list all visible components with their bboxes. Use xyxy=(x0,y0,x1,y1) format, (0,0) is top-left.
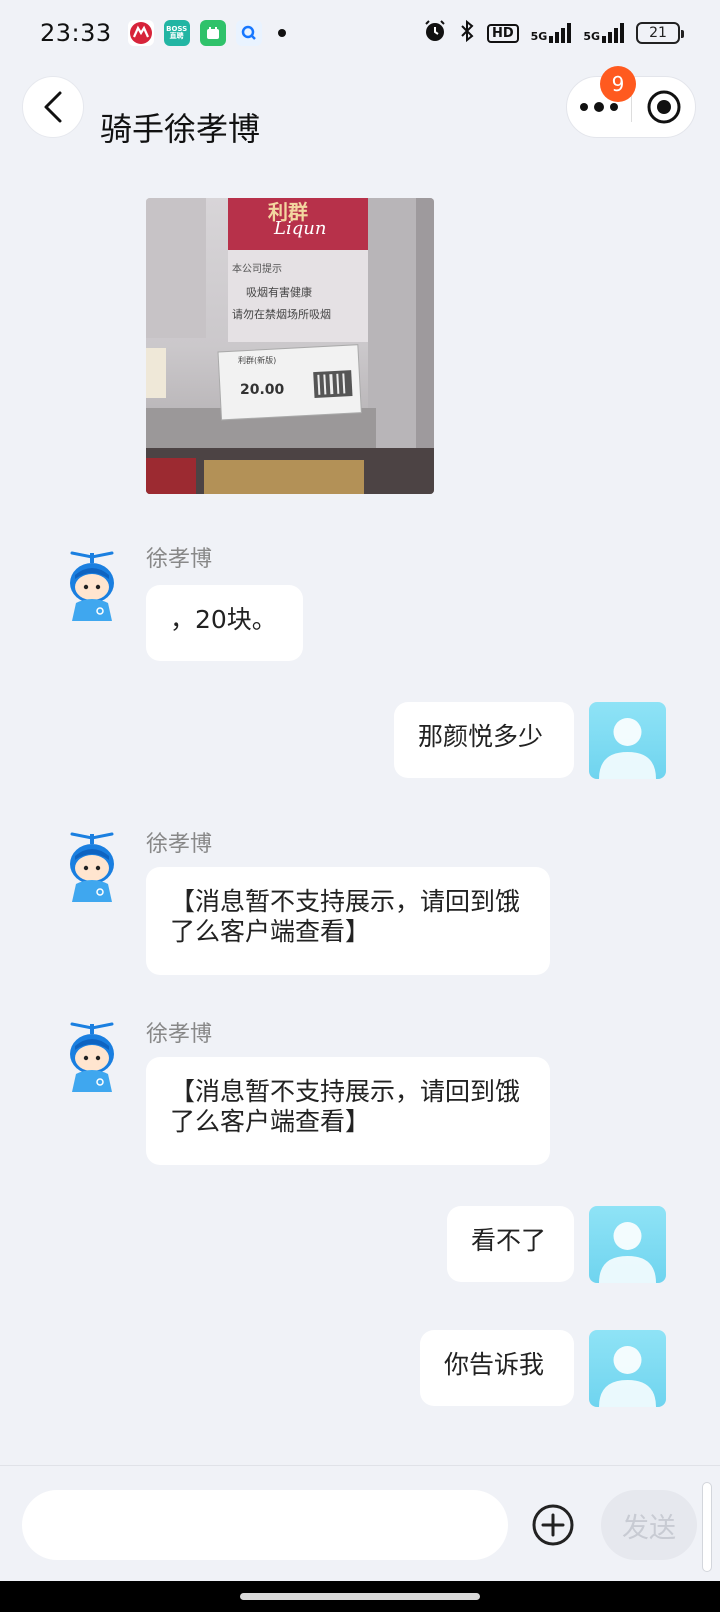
message-input-bar: 发送 xyxy=(0,1465,720,1581)
hd-icon: HD xyxy=(486,23,519,43)
add-attachment-button[interactable] xyxy=(531,1503,575,1547)
chevron-left-icon xyxy=(44,91,62,123)
scrollbar-handle[interactable] xyxy=(702,1482,712,1572)
green-shop-icon xyxy=(199,20,226,46)
back-button[interactable] xyxy=(22,76,84,138)
message-input[interactable] xyxy=(22,1490,508,1560)
sender-name: 徐孝博 xyxy=(146,1022,213,1047)
status-indicators: HD 5G 5G 21 xyxy=(423,19,684,47)
status-bar: 23:33 BOSS 直聘 HD 5G 5G 21 xyxy=(0,0,720,66)
user-avatar[interactable] xyxy=(589,702,666,779)
send-button[interactable]: 发送 xyxy=(601,1490,697,1560)
user-avatar-icon xyxy=(599,1222,656,1283)
sender-name: 徐孝博 xyxy=(146,832,213,857)
alarm-icon xyxy=(423,19,447,47)
photo-notice-line1: 本公司提示 xyxy=(232,264,282,275)
rider-avatar-icon xyxy=(70,1022,114,1092)
chat-photo-message[interactable]: 利群 Liqun 本公司提示 吸烟有害健康 请勿在禁烟场所吸烟 利群(新版) 2… xyxy=(146,198,434,494)
home-indicator[interactable] xyxy=(240,1593,480,1600)
notification-badge: 9 xyxy=(600,66,636,102)
chat-bubble-outgoing[interactable]: 你告诉我 xyxy=(420,1330,574,1406)
photo-price-tag-price: 20.00 xyxy=(240,382,285,398)
more-options-button[interactable] xyxy=(567,102,631,112)
chat-bubble-incoming[interactable]: ，20块。 xyxy=(146,585,303,661)
cigarette-shelf-photo xyxy=(146,198,434,494)
close-mini-program-button[interactable] xyxy=(632,89,695,125)
target-icon xyxy=(647,90,680,124)
photo-brand-en: Liqun xyxy=(274,218,327,239)
chat-bubble-incoming[interactable]: 【消息暂不支持展示，请回到饿了么客户端查看】 xyxy=(146,867,550,975)
boss-zhipin-icon: BOSS 直聘 xyxy=(163,20,190,46)
chat-bubble-outgoing[interactable]: 那颜悦多少 xyxy=(394,702,574,778)
more-dot xyxy=(594,102,604,112)
plus-circle-icon xyxy=(532,1504,574,1546)
photo-price-tag-name: 利群(新版) xyxy=(238,356,277,365)
page-title: 骑手徐孝博 xyxy=(100,110,261,148)
sender-name: 徐孝博 xyxy=(146,547,213,572)
user-avatar[interactable] xyxy=(589,1330,666,1407)
rider-avatar[interactable] xyxy=(54,1016,130,1092)
status-app-icons: BOSS 直聘 xyxy=(127,20,286,46)
signal-icon: 5G xyxy=(531,23,572,43)
rider-avatar[interactable] xyxy=(54,545,130,621)
status-time: 23:33 xyxy=(40,19,112,47)
battery-icon: 21 xyxy=(636,22,684,44)
chat-bubble-outgoing[interactable]: 看不了 xyxy=(447,1206,574,1282)
signal-icon-2: 5G xyxy=(583,23,624,43)
unionpay-icon xyxy=(127,20,154,46)
search-app-icon xyxy=(235,20,262,46)
user-avatar-icon xyxy=(599,718,656,779)
rider-avatar-icon xyxy=(70,832,114,902)
photo-notice-line3: 请勿在禁烟场所吸烟 xyxy=(232,308,331,321)
chat-bubble-incoming[interactable]: 【消息暂不支持展示，请回到饿了么客户端查看】 xyxy=(146,1057,550,1165)
photo-notice-line2: 吸烟有害健康 xyxy=(246,286,312,299)
user-avatar-icon xyxy=(599,1346,656,1407)
user-avatar[interactable] xyxy=(589,1206,666,1283)
rider-avatar-icon xyxy=(70,551,114,621)
more-notifications-dot xyxy=(277,29,286,37)
rider-avatar[interactable] xyxy=(54,826,130,902)
bluetooth-icon xyxy=(459,19,475,47)
more-dot xyxy=(580,103,588,111)
more-dot xyxy=(610,103,618,111)
